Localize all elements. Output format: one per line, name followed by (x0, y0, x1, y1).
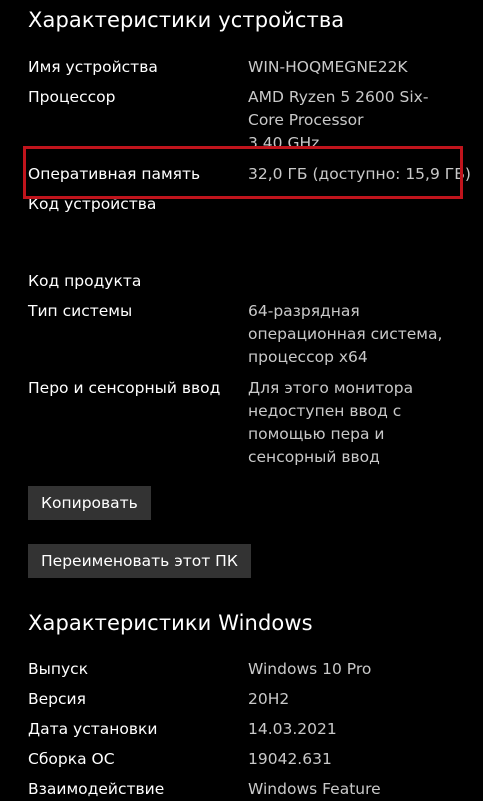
os-build-label: Сборка ОС (28, 750, 115, 768)
device-name-value: WIN-HOQMEGNE22K (248, 58, 408, 76)
windows-specs-heading: Характеристики Windows (28, 611, 313, 635)
processor-value: AMD Ryzen 5 2600 Six- Core Processor 3.4… (248, 88, 429, 146)
experience-value: Windows Feature (248, 780, 381, 798)
os-build-value: 19042.631 (248, 750, 332, 768)
system-type-value: 64-разрядная операционная система, проце… (248, 302, 443, 366)
experience-label: Взаимодействие (28, 780, 165, 798)
edition-value: Windows 10 Pro (248, 660, 372, 678)
pen-touch-value: Для этого монитора недоступен ввод с пом… (248, 379, 414, 466)
pen-touch-label: Перо и сенсорный ввод (28, 379, 221, 397)
processor-label: Процессор (28, 88, 116, 106)
ram-highlight-frame (23, 146, 463, 199)
device-id-label: Код устройства (28, 199, 157, 213)
device-specs-heading: Характеристики устройства (28, 8, 345, 32)
system-type-label: Тип системы (28, 302, 133, 320)
version-value: 20H2 (248, 690, 290, 708)
install-date-label: Дата установки (28, 720, 158, 738)
install-date-value: 14.03.2021 (248, 720, 337, 738)
product-id-label: Код продукта (28, 272, 142, 290)
device-name-label: Имя устройства (28, 58, 158, 76)
copy-button[interactable]: Копировать (28, 486, 151, 520)
version-label: Версия (28, 690, 86, 708)
rename-pc-button[interactable]: Переименовать этот ПК (28, 544, 251, 578)
edition-label: Выпуск (28, 660, 89, 678)
